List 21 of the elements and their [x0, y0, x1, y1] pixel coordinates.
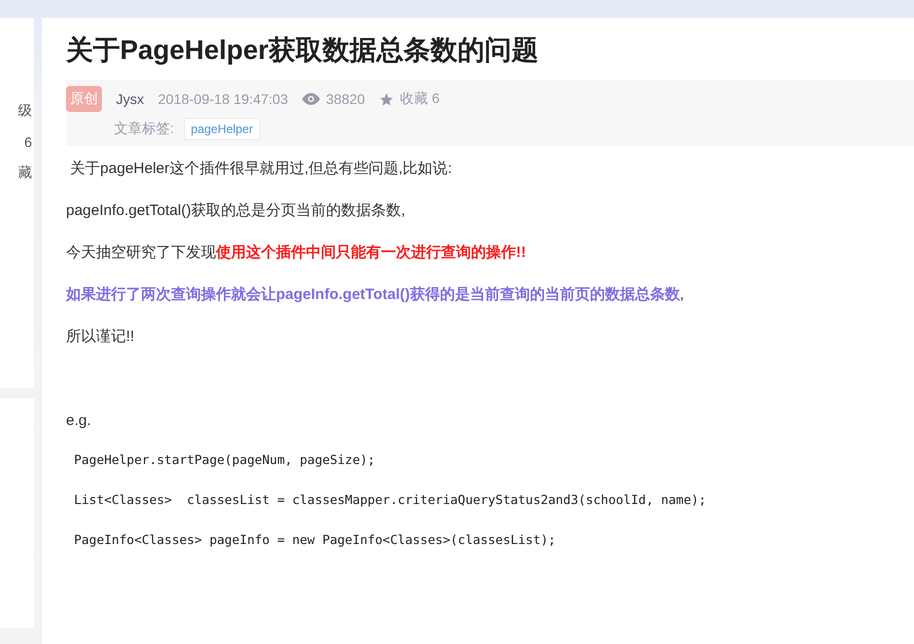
code-line: PageInfo<Classes> pageInfo = new PageInfo<Classes>(classesList);	[74, 532, 557, 547]
profile-text: 6	[24, 134, 32, 150]
paragraph: 如果进行了两次查询操作就会让pageInfo.getTotal()获得的是当前查询的当前页的数据总条数,	[66, 285, 686, 305]
profile-text: 级	[18, 102, 32, 120]
profile-text: 藏	[18, 164, 32, 182]
code-line: PageHelper.startPage(pageNum, pageSize);	[74, 452, 376, 467]
view-count: 38820	[326, 91, 365, 107]
paragraph: 所以谨记!!	[66, 327, 136, 347]
publish-date: 2018-09-18 19:47:03	[158, 91, 288, 107]
author-name[interactable]: Jysx	[116, 91, 144, 107]
tags-label: 文章标签:	[114, 120, 174, 138]
paragraph: 关于pageHeler这个插件很早就用过,但总有些问题,比如说:	[69, 159, 453, 179]
paragraph: e.g.	[66, 411, 92, 431]
paragraph: pageInfo.getTotal()获取的总是分页当前的数据条数,	[66, 201, 406, 221]
article-title: 关于PageHelper获取数据总条数的问题	[66, 34, 540, 67]
original-badge: 原创	[66, 86, 102, 112]
favorite-count: 收藏 6	[400, 90, 440, 108]
code-line: List<Classes> classesList = classesMapper.criteriaQueryStatus2and3(schoolId, name);	[74, 492, 708, 507]
paragraph: 今天抽空研究了下发现使用这个插件中间只能有一次进行查询的操作!!	[66, 243, 527, 263]
eye-icon	[302, 93, 320, 105]
star-icon[interactable]	[378, 92, 394, 106]
